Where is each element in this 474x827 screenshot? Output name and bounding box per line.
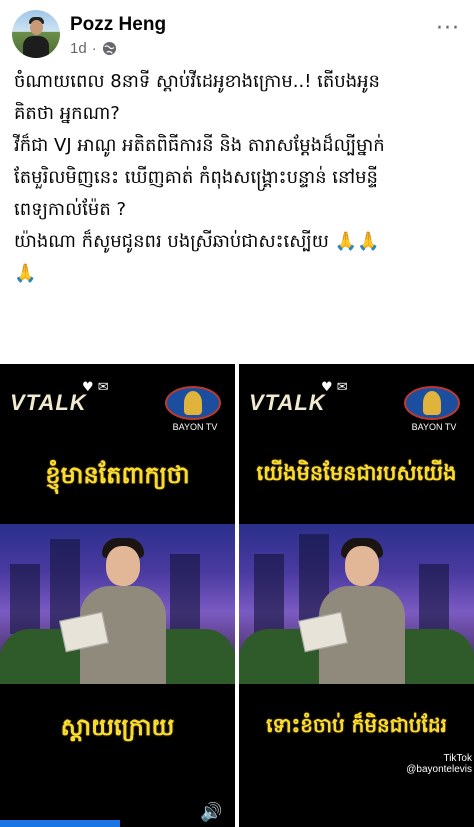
post-line: តែមួរិលមិញនេះ ឃើញគាត់ កំពុងសង្គ្រោះបន្ទា… [14,167,378,188]
post-header: Pozz Heng 1d · ··· [0,0,474,60]
vtalk-logo: VTALK [249,390,326,415]
post-line: ពេទ្យកាល់ម៉ែត ? [14,199,127,220]
globe-icon [102,41,116,56]
more-options-icon[interactable]: ··· [436,16,460,41]
video-caption-top: យើងមិនមែនជារបស់យើង [256,461,457,485]
hearts-icon: ♥ ✉ [82,380,109,395]
vtalk-logo: VTALK [10,390,87,415]
post-line: វីក៏ជា VJ អាណូ អតិតពិធីការនី និង តារាសម្… [14,135,385,156]
hearts-icon: ♥ ✉ [321,380,348,395]
post-time[interactable]: 1d [70,40,87,57]
tiktok-handle: @bayontelevis [406,764,472,775]
studio-scene [239,524,474,684]
video-caption-bottom: ទោះខំចាប់ ក៏មិនជាប់ដែរ [266,713,447,737]
post-line: គិតថា អ្នកណា? [14,103,120,124]
video-progress-bar[interactable] [0,820,120,827]
avatar-body [23,36,49,58]
bayon-tv-logo [404,386,460,420]
tiktok-icon: TikTok [443,753,472,764]
video-frame-right[interactable]: VTALK ♥ ✉ BAYON TV យើងមិនមែនជារបស់យើង ទោ… [239,364,474,827]
video-caption-bottom: ស្ដាយក្រោយ [60,713,175,741]
author-avatar[interactable] [12,10,60,58]
host-face [106,546,140,586]
host-face [345,546,379,586]
avatar-face [30,20,43,35]
video-frame-left[interactable]: VTALK ♥ ✉ BAYON TV ខ្ញុំមានតែពាក្យថា ស្ដ… [0,364,235,827]
meta-separator: · [91,40,97,57]
tiktok-watermark: TikTok @bayontelevis [406,753,472,775]
post-line: ចំណាយពេល 8នាទី ស្ដាប់វីដេអូខាងក្រោម..! ត… [14,71,380,92]
channel-name: BAYON TV [411,422,457,432]
channel-name: BAYON TV [172,422,218,432]
post-meta: 1d · [70,40,117,57]
post-line: 🙏 [14,263,37,284]
author-name[interactable]: Pozz Heng [70,14,166,36]
post-text: ចំណាយពេល 8នាទី ស្ដាប់វីដេអូខាងក្រោម..! ត… [14,66,464,290]
studio-scene [0,524,235,684]
video-caption-top: ខ្ញុំមានតែពាក្យថា [45,461,190,489]
speaker-icon[interactable]: 🔊 [200,802,222,823]
post-line: យ៉ាងណា ក៏សូមជូនពរ បងស្រីឆាប់ជាសះស្បើយ 🙏🙏 [14,231,380,252]
bayon-tv-logo [165,386,221,420]
post-video[interactable]: VTALK ♥ ✉ BAYON TV ខ្ញុំមានតែពាក្យថា ស្ដ… [0,364,474,827]
